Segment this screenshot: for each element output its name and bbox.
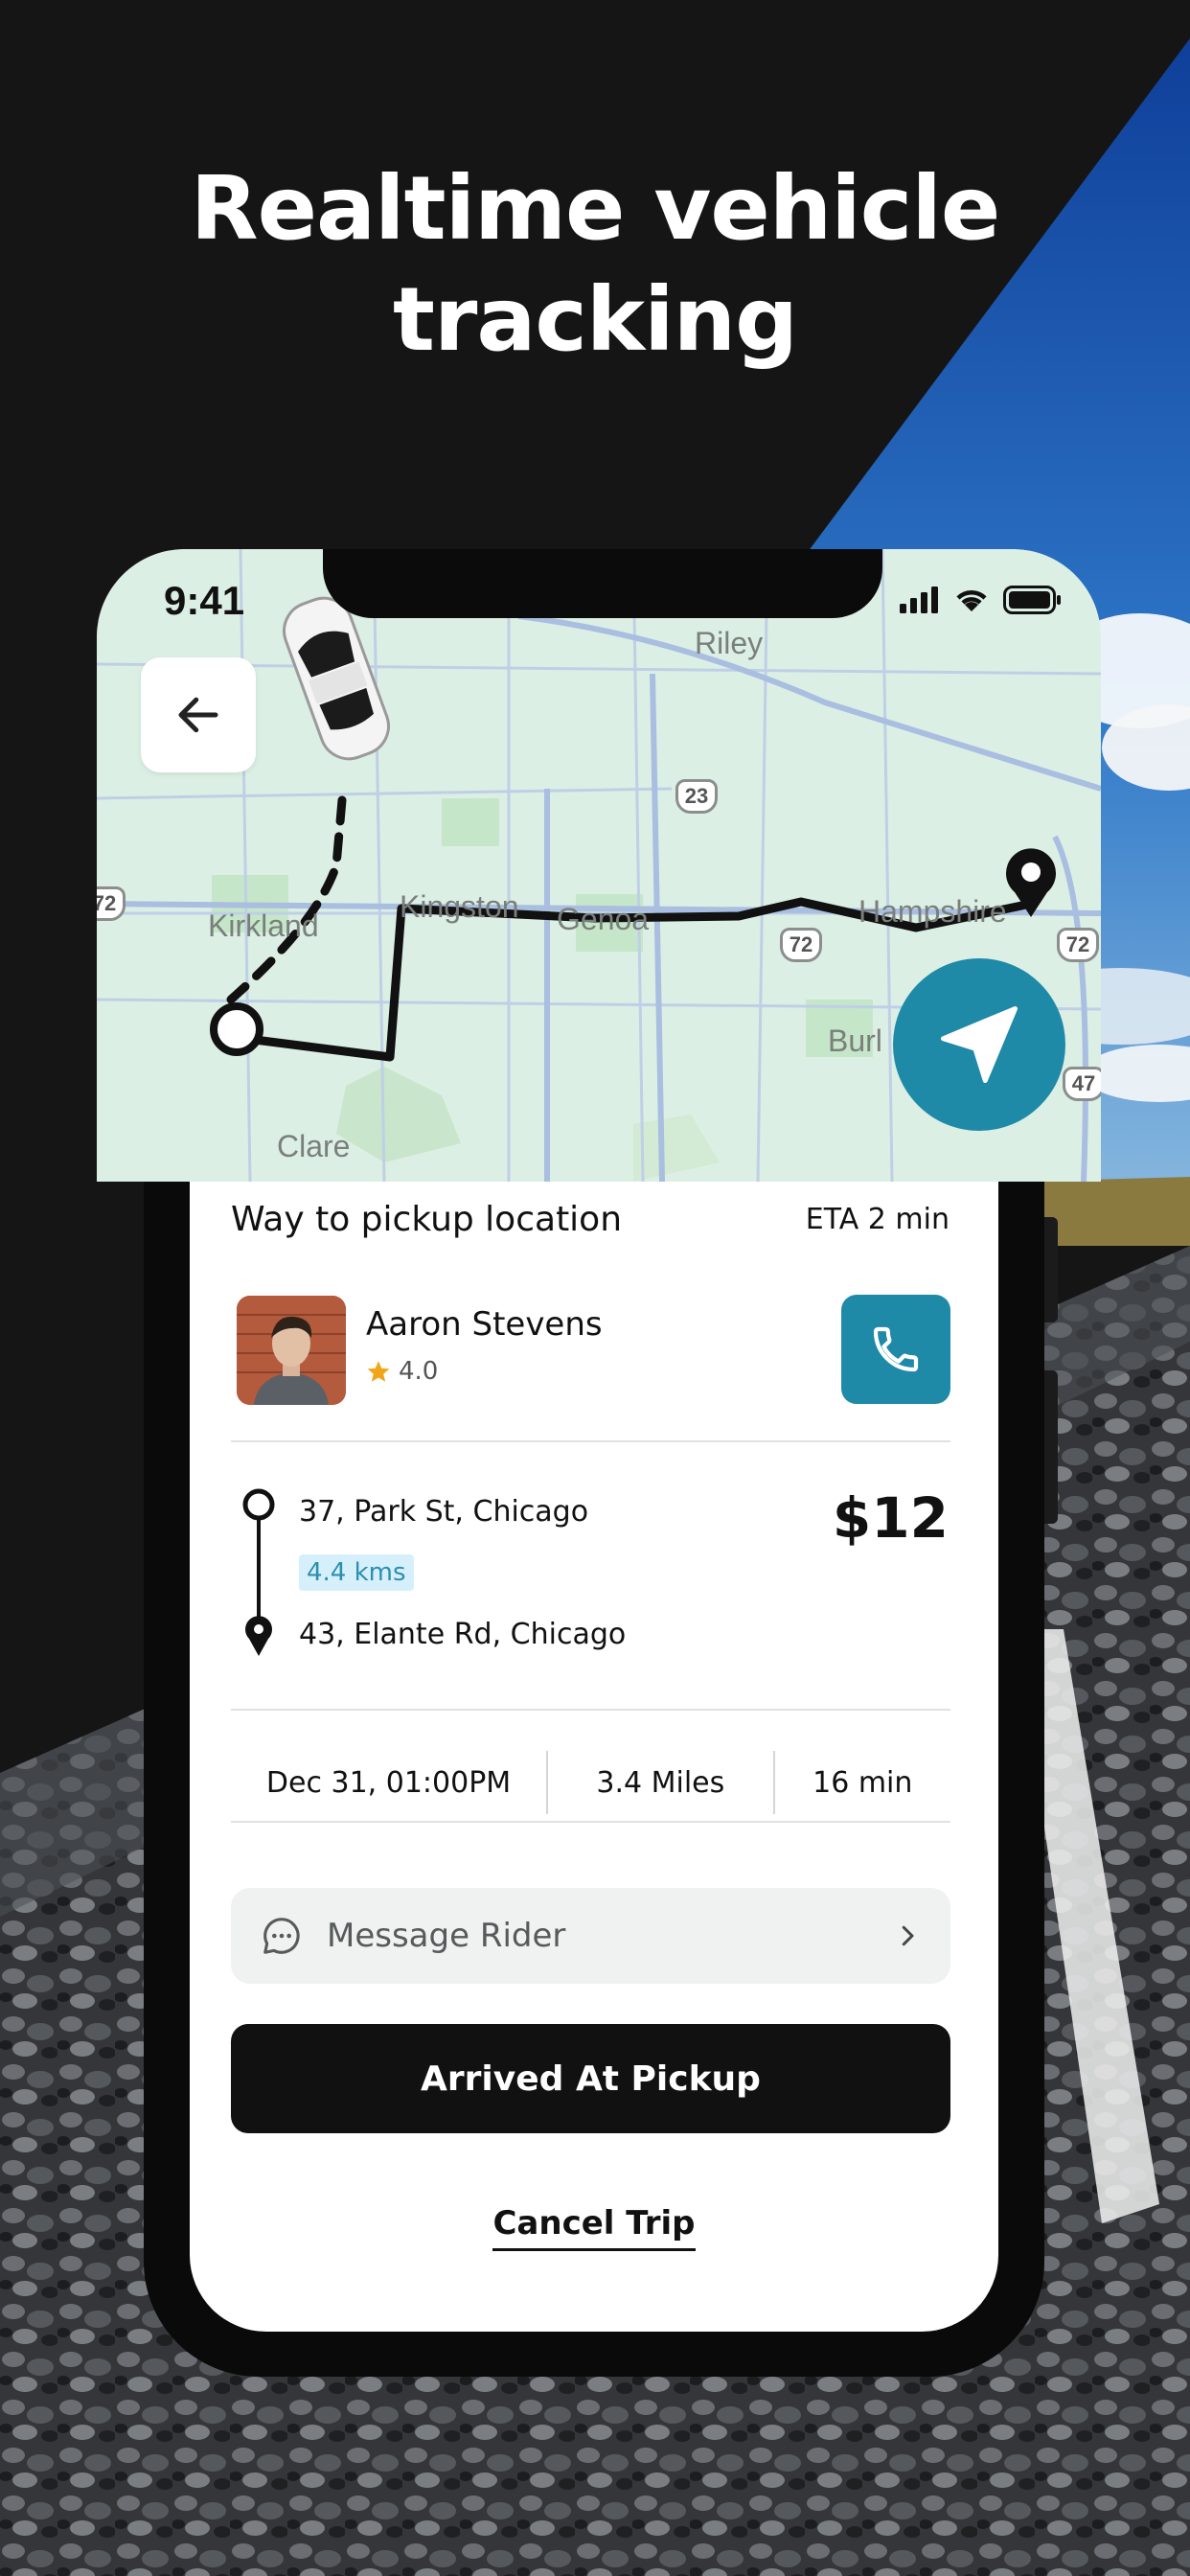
navigate-arrow-icon bbox=[941, 1006, 1018, 1083]
divider bbox=[231, 1821, 950, 1823]
highway-shield: 72 bbox=[1057, 928, 1099, 962]
trip-header: Way to pickup location ETA 2 min bbox=[231, 1200, 950, 1239]
signal-icon bbox=[900, 586, 938, 613]
map-view[interactable]: Riley Kirkland Kingston Genoa Hampshire … bbox=[97, 549, 1101, 1182]
route-connector bbox=[242, 1488, 275, 1656]
trip-title: Way to pickup location bbox=[231, 1200, 623, 1239]
pickup-address: 37, Park St, Chicago bbox=[299, 1495, 589, 1529]
arrived-at-pickup-button[interactable]: Arrived At Pickup bbox=[231, 2024, 950, 2133]
navigate-button[interactable] bbox=[893, 958, 1065, 1131]
stat-miles: 3.4 Miles bbox=[596, 1765, 725, 1800]
stat-datetime: Dec 31, 01:00PM bbox=[265, 1765, 512, 1800]
distance-badge: 4.4 kms bbox=[299, 1554, 414, 1591]
trip-sheet: Way to pickup location ETA 2 min Aaron S… bbox=[190, 1179, 998, 2332]
phone-icon bbox=[873, 1326, 919, 1372]
phone-notch bbox=[323, 549, 882, 618]
divider bbox=[231, 1440, 950, 1442]
map-label-kirkland: Kirkland bbox=[208, 908, 319, 943]
rider-rating: 4.0 bbox=[366, 1357, 438, 1386]
highway-shield: 23 bbox=[675, 779, 718, 814]
rider-avatar bbox=[237, 1296, 346, 1405]
back-arrow-icon bbox=[178, 697, 218, 733]
highway-shield: 72 bbox=[97, 886, 126, 921]
dropoff-address: 43, Elante Rd, Chicago bbox=[299, 1618, 627, 1651]
phone-frame: Way to pickup location ETA 2 min Aaron S… bbox=[144, 1179, 1058, 2377]
trip-stats: Dec 31, 01:00PM 3.4 Miles 16 min bbox=[231, 1735, 950, 1830]
map-label-genoa: Genoa bbox=[557, 902, 650, 936]
status-time: 9:41 bbox=[164, 578, 245, 623]
headline-line-2: tracking bbox=[392, 268, 798, 371]
headline-line-1: Realtime vehicle bbox=[190, 157, 1001, 260]
map-label-kingston: Kingston bbox=[400, 889, 519, 924]
headline: Realtime vehicle tracking bbox=[0, 153, 1190, 376]
eta-text: ETA 2 min bbox=[805, 1203, 950, 1236]
stat-duration: 16 min bbox=[812, 1765, 913, 1800]
map-label-hampshire: Hampshire bbox=[858, 894, 1007, 929]
map-label-riley: Riley bbox=[695, 626, 764, 660]
phone-side-button bbox=[1044, 1217, 1058, 1322]
highway-shield: 47 bbox=[1063, 1067, 1101, 1101]
cancel-trip-container: Cancel Trip bbox=[190, 2204, 998, 2251]
chat-bubble-icon bbox=[263, 1918, 300, 1954]
wifi-icon bbox=[956, 590, 987, 611]
fare-amount: $12 bbox=[832, 1485, 949, 1551]
map-label-clare: Clare bbox=[277, 1129, 351, 1163]
star-icon bbox=[367, 1361, 390, 1382]
message-rider-row[interactable]: Message Rider bbox=[231, 1888, 950, 1984]
battery-icon bbox=[1003, 586, 1061, 614]
status-icons bbox=[900, 586, 1063, 614]
back-button[interactable] bbox=[141, 657, 256, 772]
message-rider-label: Message Rider bbox=[327, 1917, 566, 1955]
highway-shield: 72 bbox=[780, 928, 822, 962]
cancel-trip-link[interactable]: Cancel Trip bbox=[492, 2204, 696, 2251]
rider-name: Aaron Stevens bbox=[366, 1305, 603, 1344]
phone-side-button bbox=[1044, 1370, 1058, 1524]
map-label-burl: Burl bbox=[828, 1024, 882, 1058]
chevron-right-icon bbox=[902, 1925, 914, 1946]
call-button[interactable] bbox=[841, 1295, 950, 1404]
divider bbox=[231, 1709, 950, 1711]
rating-value: 4.0 bbox=[399, 1357, 439, 1386]
